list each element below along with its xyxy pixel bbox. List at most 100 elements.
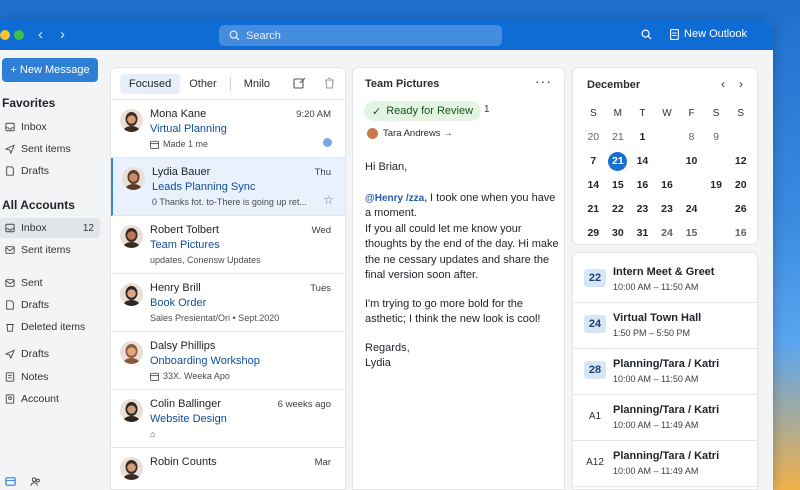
mail-preview: 0 Thanks fot. to-There is going up ret..… <box>152 197 307 207</box>
mail-item[interactable]: Henry Brill Book Order Tues Sales Presien… <box>111 274 345 332</box>
event-time: 10:00 AM – 11:49 AM <box>613 420 699 430</box>
mail-preview-text: 33X. Weeka Apo <box>163 371 230 381</box>
mail-item[interactable]: Colin Ballinger Website Design 6 weeks a… <box>111 390 345 448</box>
mail-item[interactable]: Mona Kane Virtual Planning 9:20 AM Made 1… <box>111 100 345 158</box>
compose-icon[interactable] <box>293 77 306 89</box>
calendar-day[interactable]: 15 <box>606 173 631 197</box>
calendar-day[interactable]: 15 <box>679 221 704 245</box>
acct-drafts[interactable]: Drafts <box>0 344 100 364</box>
calendar-day[interactable]: 16 <box>728 221 753 245</box>
mention-link[interactable]: @Henry /zza, <box>365 193 427 204</box>
acct-inbox[interactable]: Inbox 12 <box>0 218 100 238</box>
calendar-day[interactable]: 19 <box>704 173 729 197</box>
calendar-day[interactable]: 20 <box>581 125 606 149</box>
calendar-day[interactable]: 14 <box>630 149 655 173</box>
calendar-icon <box>150 140 159 149</box>
forward-arrow-icon[interactable]: › <box>60 26 65 43</box>
calendar-event[interactable]: 28 Planning/Tara / Katri 10:00 AM – 11:5… <box>573 349 757 395</box>
calendar-event[interactable]: 24 Virtual Town Hall 1:50 PM – 5:50 PM <box>573 303 757 349</box>
acct-notes[interactable]: Notes <box>0 367 100 387</box>
sidebar: + New Message Favorites Inbox Sent items D… <box>0 50 108 490</box>
tab-other[interactable]: Other <box>180 74 226 94</box>
more-options-icon[interactable]: ··· <box>535 73 552 89</box>
mail-sender: Lydia Bauer <box>152 166 211 178</box>
calendar-day[interactable]: 9 <box>704 125 729 149</box>
tab-mnilo[interactable]: Mnilo <box>235 74 279 94</box>
calendar-day[interactable]: 8 <box>679 125 704 149</box>
calendar-day[interactable]: 29 <box>581 221 606 245</box>
new-outlook-toggle[interactable]: New Outlook <box>670 28 747 40</box>
calendar-day[interactable]: 7 <box>581 149 606 173</box>
calendar-day[interactable]: 16 <box>630 173 655 197</box>
search-box[interactable]: Search <box>219 25 502 46</box>
calendar-day[interactable]: 14 <box>581 173 606 197</box>
acct-account[interactable]: Account <box>0 389 100 409</box>
calendar-empty <box>655 149 680 173</box>
calendar-day[interactable]: 23 <box>630 197 655 221</box>
maximize-dot[interactable] <box>14 30 24 40</box>
mail-item[interactable]: Lydia Bauer Leads Planning Sync Thu 0 Tha… <box>111 158 345 216</box>
calendar-day[interactable]: 30 <box>606 221 631 245</box>
avatar <box>120 283 143 306</box>
nav-item-label: Drafts <box>21 165 50 177</box>
calendar-day[interactable]: 26 <box>728 197 753 221</box>
nav-item-label: Notes <box>21 371 49 383</box>
tab-focused[interactable]: Focused <box>120 73 181 94</box>
search-icon[interactable] <box>641 29 652 40</box>
calendar-day[interactable]: 21 <box>606 149 631 173</box>
calendar-day[interactable]: 23 <box>655 197 680 221</box>
back-arrow-icon[interactable]: ‹ <box>38 26 43 43</box>
weekday-label: S <box>712 107 720 119</box>
calendar-icon <box>150 372 159 381</box>
calendar-day[interactable]: 1 <box>630 125 655 149</box>
calendar-day[interactable]: 21 <box>606 125 631 149</box>
calendar-day[interactable]: 20 <box>728 173 753 197</box>
fav-drafts[interactable]: Drafts <box>0 161 100 181</box>
calendar-empty <box>679 173 704 197</box>
acct-sent-items[interactable]: Sent items <box>0 240 100 260</box>
mail-sender: Robin Counts <box>150 456 217 468</box>
mail-time: 6 weeks ago <box>277 399 331 410</box>
calendar-day[interactable]: 21 <box>581 197 606 221</box>
weekday-label: S <box>737 107 745 119</box>
mail-item[interactable]: Robin Counts Mar <box>111 448 345 489</box>
calendar-day[interactable]: 10 <box>679 149 704 173</box>
unread-count: 12 <box>82 222 94 234</box>
acct-sent[interactable]: Sent <box>0 273 100 293</box>
sender-line[interactable]: Tara Andrews → <box>367 128 453 139</box>
calendar-day[interactable] <box>655 125 680 149</box>
calendar-day[interactable]: 16 <box>655 173 680 197</box>
reading-pane: Team Pictures ··· ✓ Ready for Review 1 T… <box>352 67 565 490</box>
prev-month-icon[interactable]: ‹ <box>721 77 725 91</box>
calendar-day[interactable]: 22 <box>606 197 631 221</box>
mail-time: 9:20 AM <box>296 109 331 120</box>
new-message-button[interactable]: + New Message <box>2 58 98 82</box>
message-list-pane: Focused Other Mnilo Mona Kane Virtual Pl… <box>110 67 346 490</box>
sent-icon <box>5 278 15 288</box>
mail-item[interactable]: Robert Tolbert Team Pictures Wed updates,… <box>111 216 345 274</box>
calendar-day[interactable]: 12 <box>728 149 753 173</box>
mail-sender: Robert Tolbert <box>150 224 219 236</box>
fav-inbox[interactable]: Inbox <box>0 117 100 137</box>
fav-sent-items[interactable]: Sent items <box>0 139 100 159</box>
calendar-day[interactable]: 31 <box>630 221 655 245</box>
minimize-dot[interactable] <box>0 30 10 40</box>
mail-icon[interactable] <box>5 476 16 487</box>
send-icon <box>5 349 15 359</box>
trash-icon[interactable] <box>324 77 335 89</box>
next-month-icon[interactable]: › <box>739 77 743 91</box>
calendar-event[interactable]: A12 Planning/Tara / Katri 10:00 AM – 11:… <box>573 441 757 487</box>
mail-item[interactable]: Dalsy Phillips Onboarding Workshop 33X. … <box>111 332 345 390</box>
mail-time: Thu <box>314 167 331 178</box>
calendar-day[interactable]: 24 <box>679 197 704 221</box>
acct-deleted-items[interactable]: Deleted items <box>0 317 100 337</box>
avatar <box>120 109 143 132</box>
status-badge[interactable]: ✓ Ready for Review <box>364 101 482 121</box>
calendar-event[interactable]: 22 Intern Meet & Greet 10:00 AM – 11:50 … <box>573 257 757 303</box>
calendar-day[interactable]: 24 <box>655 221 680 245</box>
people-icon[interactable] <box>30 476 41 487</box>
mail-subject: Team Pictures <box>150 239 220 251</box>
calendar-event[interactable]: A1 Planning/Tara / Katri 10:00 AM – 11:4… <box>573 395 757 441</box>
star-icon[interactable]: ☆ <box>323 193 334 207</box>
acct-drafts[interactable]: Drafts <box>0 295 100 315</box>
